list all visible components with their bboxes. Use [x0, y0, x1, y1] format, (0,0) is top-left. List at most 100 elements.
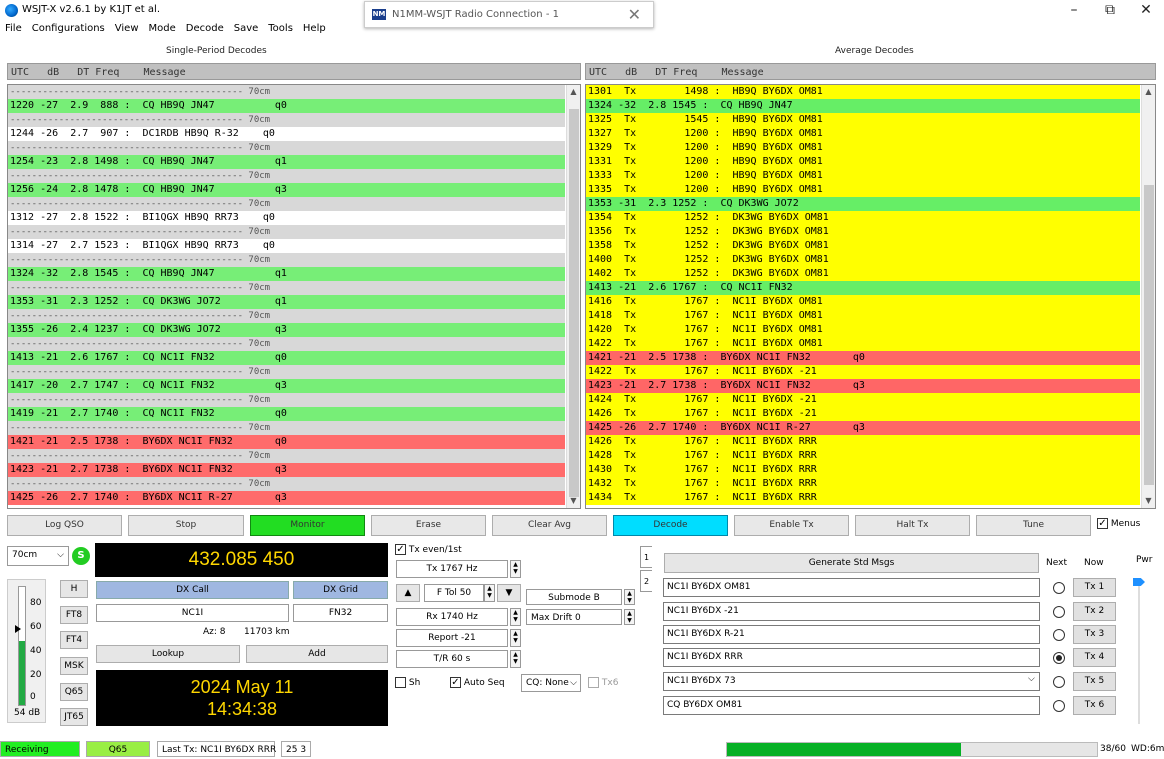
menu-save[interactable]: Save — [229, 21, 264, 37]
tx-3-button[interactable]: Tx 3 — [1073, 625, 1116, 644]
decode-line[interactable]: 1329 Tx 1200 : HB9Q BY6DX OM81 — [586, 141, 1140, 155]
separator-line[interactable]: ----------------------------------------… — [8, 113, 565, 127]
tx-message-2-input[interactable]: NC1I BY6DX -21 — [663, 602, 1040, 621]
menu-tools[interactable]: Tools — [263, 21, 298, 37]
cq-select[interactable]: CQ: None ⌵ — [521, 674, 581, 692]
scroll-up-icon[interactable]: ▲ — [1142, 85, 1155, 99]
next-radio-5[interactable] — [1053, 676, 1065, 688]
power-slider[interactable] — [1130, 578, 1158, 728]
decode-line[interactable]: 1426 Tx 1767 : NC1I BY6DX RRR — [586, 435, 1140, 449]
mode-ft4-button[interactable]: FT4 — [60, 631, 88, 649]
decode-line[interactable]: 1327 Tx 1200 : HB9Q BY6DX OM81 — [586, 127, 1140, 141]
scroll-thumb[interactable] — [1144, 185, 1154, 485]
dx-call-input[interactable]: NC1I — [96, 604, 289, 622]
spin-arrows-icon[interactable]: ▲ ▼ — [624, 609, 635, 625]
decode-line[interactable]: 1331 Tx 1200 : HB9Q BY6DX OM81 — [586, 155, 1140, 169]
mode-jt65-button[interactable]: JT65 — [60, 708, 88, 726]
decode-line[interactable]: 1421 -21 2.5 1738 : BY6DX NC1I FN32 q0 — [586, 351, 1140, 365]
decode-line[interactable]: 1324 -32 2.8 1545 : CQ HB9Q JN47 q1 — [8, 267, 565, 281]
scroll-thumb[interactable] — [569, 109, 579, 497]
average-decodes-panel[interactable]: 1301 Tx 1498 : HB9Q BY6DX OM81 1324 -32 2… — [585, 84, 1156, 509]
decode-line[interactable]: 1220 -27 2.9 888 : CQ HB9Q JN47 q0 — [8, 99, 565, 113]
tx-1-button[interactable]: Tx 1 — [1073, 578, 1116, 597]
tx6-checkbox[interactable]: Tx6 — [588, 677, 618, 688]
decode-line[interactable]: 1430 Tx 1767 : NC1I BY6DX RRR — [586, 463, 1140, 477]
up-arrow-button[interactable]: ▲ — [396, 584, 420, 602]
decode-line[interactable]: 1423 -21 2.7 1738 : BY6DX NC1I FN32 q3 — [586, 379, 1140, 393]
next-radio-4[interactable] — [1053, 652, 1065, 664]
check-icon[interactable] — [395, 677, 406, 688]
clear-avg-button[interactable]: Clear Avg — [492, 515, 607, 536]
halt-tx-button[interactable]: Halt Tx — [855, 515, 970, 536]
decode-line[interactable]: 1356 Tx 1252 : DK3WG BY6DX OM81 — [586, 225, 1140, 239]
decode-line[interactable]: 1426 Tx 1767 : NC1I BY6DX -21 — [586, 407, 1140, 421]
decode-line[interactable]: 1335 Tx 1200 : HB9Q BY6DX OM81 — [586, 183, 1140, 197]
scroll-up-icon[interactable]: ▲ — [567, 85, 580, 99]
close-button[interactable]: ✕ — [1128, 0, 1164, 20]
separator-line[interactable]: ----------------------------------------… — [8, 393, 565, 407]
menu-configurations[interactable]: Configurations — [27, 21, 110, 37]
next-radio-3[interactable] — [1053, 629, 1065, 641]
decode-line[interactable]: 1354 Tx 1252 : DK3WG BY6DX OM81 — [586, 211, 1140, 225]
menus-check-icon[interactable]: ✓ — [1097, 518, 1108, 529]
decode-line[interactable]: 1353 -31 2.3 1252 : CQ DK3WG JO72 — [586, 197, 1140, 211]
menu-file[interactable]: File — [0, 21, 27, 37]
minimize-button[interactable]: – — [1056, 0, 1092, 20]
decode-line[interactable]: 1324 -32 2.8 1545 : CQ HB9Q JN47 — [586, 99, 1140, 113]
decode-line[interactable]: 1434 Tx 1767 : NC1I BY6DX RRR — [586, 491, 1140, 505]
tr-period-spinbox[interactable]: T/R 60 s — [396, 650, 508, 668]
popup-close-icon[interactable]: ✕ — [628, 5, 641, 24]
settings-s-button[interactable]: S — [72, 547, 90, 565]
decode-line[interactable]: 1432 Tx 1767 : NC1I BY6DX RRR — [586, 477, 1140, 491]
decode-line[interactable]: 1418 Tx 1767 : NC1I BY6DX OM81 — [586, 309, 1140, 323]
tx-message-6-input[interactable]: CQ BY6DX OM81 — [663, 696, 1040, 715]
slider-handle-icon[interactable] — [1133, 578, 1145, 586]
decode-line[interactable]: 1425 -26 2.7 1740 : BY6DX NC1I R-27 q3 — [8, 491, 565, 505]
tx-2-button[interactable]: Tx 2 — [1073, 602, 1116, 621]
decode-line[interactable]: 1424 Tx 1767 : NC1I BY6DX -21 — [586, 393, 1140, 407]
auto-seq-checkbox[interactable]: ✓ Auto Seq — [450, 677, 505, 688]
mode-h-button[interactable]: H — [60, 580, 88, 598]
tab-1[interactable]: 1 — [640, 546, 652, 568]
separator-line[interactable]: ----------------------------------------… — [8, 225, 565, 239]
check-icon[interactable]: ✓ — [395, 544, 406, 555]
decode-line[interactable]: 1256 -24 2.8 1478 : CQ HB9Q JN47 q3 — [8, 183, 565, 197]
next-radio-6[interactable] — [1053, 700, 1065, 712]
menu-view[interactable]: View — [110, 21, 144, 37]
mode-q65-button[interactable]: Q65 — [60, 683, 88, 701]
decode-line[interactable]: 1420 Tx 1767 : NC1I BY6DX OM81 — [586, 323, 1140, 337]
decode-line[interactable]: 1421 -21 2.5 1738 : BY6DX NC1I FN32 q0 — [8, 435, 565, 449]
decode-line[interactable]: 1358 Tx 1252 : DK3WG BY6DX OM81 — [586, 239, 1140, 253]
spin-arrows-icon[interactable]: ▲ ▼ — [510, 629, 521, 647]
decode-line[interactable]: 1333 Tx 1200 : HB9Q BY6DX OM81 — [586, 169, 1140, 183]
ftol-spinbox[interactable]: F Tol 50 — [424, 584, 484, 602]
max-drift-spinbox[interactable]: Max Drift 0 — [526, 609, 622, 625]
separator-line[interactable]: ----------------------------------------… — [8, 141, 565, 155]
menu-decode[interactable]: Decode — [181, 21, 229, 37]
mode-ft8-button[interactable]: FT8 — [60, 606, 88, 624]
tx-even-checkbox[interactable]: ✓ Tx even/1st — [395, 544, 462, 555]
separator-line[interactable]: ----------------------------------------… — [8, 337, 565, 351]
decode-line[interactable]: 1413 -21 2.6 1767 : CQ NC1I FN32 q0 — [8, 351, 565, 365]
scroll-down-icon[interactable]: ▼ — [567, 494, 580, 508]
dx-grid-input[interactable]: FN32 — [293, 604, 388, 622]
check-icon[interactable]: ✓ — [450, 677, 461, 688]
decode-line[interactable]: 1413 -21 2.6 1767 : CQ NC1I FN32 — [586, 281, 1140, 295]
tx-message-4-input[interactable]: NC1I BY6DX RRR — [663, 648, 1040, 667]
separator-line[interactable]: ----------------------------------------… — [8, 309, 565, 323]
separator-line[interactable]: ----------------------------------------… — [8, 197, 565, 211]
down-arrow-button[interactable]: ▼ — [497, 584, 521, 602]
generate-std-msgs-button[interactable]: Generate Std Msgs — [664, 553, 1039, 573]
maximize-button[interactable]: ⧉ — [1092, 0, 1128, 20]
tx-message-3-input[interactable]: NC1I BY6DX R-21 — [663, 625, 1040, 644]
decode-line[interactable]: 1254 -23 2.8 1498 : CQ HB9Q JN47 q1 — [8, 155, 565, 169]
tab-2[interactable]: 2 — [640, 570, 652, 592]
check-icon[interactable] — [588, 677, 599, 688]
separator-line[interactable]: ----------------------------------------… — [8, 281, 565, 295]
decode-line[interactable]: 1325 Tx 1545 : HB9Q BY6DX OM81 — [586, 113, 1140, 127]
chevron-down-icon[interactable]: ⌵ — [1028, 674, 1035, 684]
tx-5-button[interactable]: Tx 5 — [1073, 672, 1116, 691]
erase-button[interactable]: Erase — [371, 515, 486, 536]
separator-line[interactable]: ----------------------------------------… — [8, 477, 565, 491]
decode-line[interactable]: 1425 -26 2.7 1740 : BY6DX NC1I R-27 q3 — [586, 421, 1140, 435]
